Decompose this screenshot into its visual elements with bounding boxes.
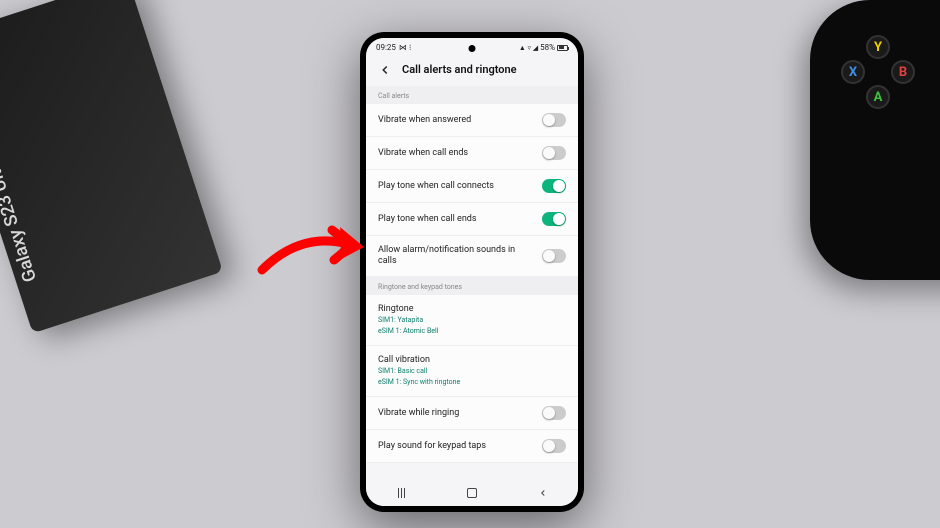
back-icon[interactable] (378, 62, 392, 76)
battery-percentage: 58% (540, 43, 555, 52)
controller-b-button: B (891, 60, 915, 84)
signal-icon: ▲ ▿ ◢ (519, 44, 538, 52)
row-vibrate-answered[interactable]: Vibrate when answered (366, 104, 578, 137)
row-label: Vibrate while ringing (378, 408, 542, 419)
row-label: Allow alarm/notification sounds in calls (378, 245, 542, 267)
toggle-allow-alarm-sounds[interactable] (542, 249, 566, 263)
row-ringtone[interactable]: Ringtone SIM1: Yatapita eSIM 1: Atomic B… (366, 295, 578, 346)
row-sub-esim: eSIM 1: Sync with ringtone (378, 378, 566, 387)
row-vibrate-while-ringing[interactable]: Vibrate while ringing (366, 397, 578, 430)
nav-bar (366, 478, 578, 506)
nav-home-button[interactable] (457, 486, 487, 500)
nav-recent-button[interactable] (386, 486, 416, 500)
row-allow-alarm-sounds[interactable]: Allow alarm/notification sounds in calls (366, 236, 578, 277)
row-label: Vibrate when call ends (378, 148, 542, 159)
box-product-name: Galaxy S23 Ultra (0, 152, 41, 285)
row-tone-connects[interactable]: Play tone when call connects (366, 170, 578, 203)
row-sub-sim1: SIM1: Yatapita (378, 316, 566, 325)
toggle-tone-connects[interactable] (542, 179, 566, 193)
row-label: Play sound for keypad taps (378, 441, 542, 452)
product-box: Galaxy S23 Ultra (0, 0, 223, 333)
toggle-vibrate-while-ringing[interactable] (542, 406, 566, 420)
status-time: 09:25 (376, 43, 396, 52)
row-sub-esim: eSIM 1: Atomic Bell (378, 327, 566, 336)
row-tone-ends[interactable]: Play tone when call ends (366, 203, 578, 236)
toggle-vibrate-call-ends[interactable] (542, 146, 566, 160)
toggle-vibrate-answered[interactable] (542, 113, 566, 127)
row-sub-sim1: SIM1: Basic call (378, 367, 566, 376)
battery-icon (557, 45, 568, 51)
controller-a-button: A (866, 85, 890, 109)
nav-back-button[interactable] (528, 486, 558, 500)
row-label: Play tone when call ends (378, 214, 542, 225)
row-call-vibration[interactable]: Call vibration SIM1: Basic call eSIM 1: … (366, 346, 578, 397)
phone-screen: 09:25 ⋈ ⁝ ▲ ▿ ◢ 58% Call alerts and ring… (366, 38, 578, 506)
row-label: Call vibration (378, 355, 566, 365)
row-keypad-sound[interactable]: Play sound for keypad taps (366, 430, 578, 463)
row-label: Play tone when call connects (378, 181, 542, 192)
status-indicators-icon: ⋈ ⁝ (399, 43, 412, 52)
toggle-tone-ends[interactable] (542, 212, 566, 226)
row-vibrate-call-ends[interactable]: Vibrate when call ends (366, 137, 578, 170)
section-call-alerts-header: Call alerts (366, 86, 578, 104)
game-controller: Y X B A (810, 0, 940, 280)
controller-y-button: Y (866, 35, 890, 59)
camera-hole (469, 45, 476, 52)
section-ringtone-keypad-header: Ringtone and keypad tones (366, 277, 578, 295)
page-header: Call alerts and ringtone (366, 54, 578, 86)
toggle-keypad-sound[interactable] (542, 439, 566, 453)
phone-device: 09:25 ⋈ ⁝ ▲ ▿ ◢ 58% Call alerts and ring… (360, 32, 584, 512)
row-label: Vibrate when answered (378, 115, 542, 126)
controller-x-button: X (841, 60, 865, 84)
page-title: Call alerts and ringtone (402, 63, 517, 76)
row-label: Ringtone (378, 304, 566, 314)
settings-content[interactable]: Call alerts Vibrate when answered Vibrat… (366, 86, 578, 478)
